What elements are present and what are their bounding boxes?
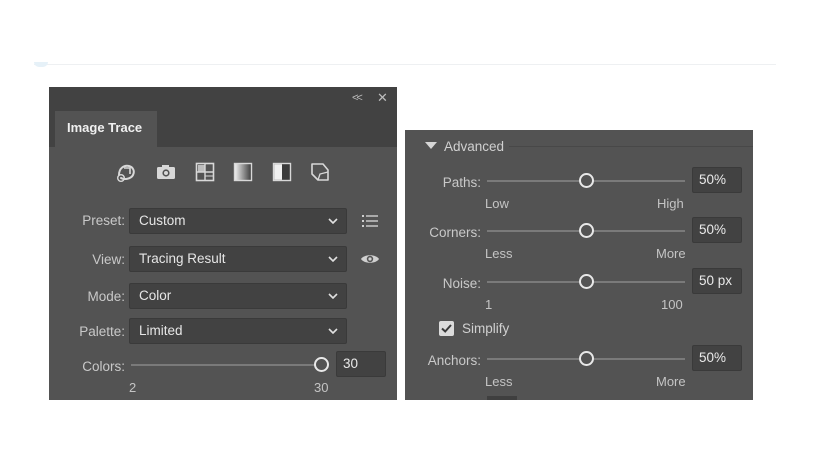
panel-titlebar — [49, 87, 397, 111]
paths-label: Paths: — [442, 175, 481, 190]
advanced-divider — [509, 146, 753, 147]
corners-slider-thumb[interactable] — [578, 223, 594, 238]
palette-label: Palette: — [79, 324, 125, 339]
colors-label: Colors: — [82, 359, 125, 374]
eye-icon[interactable] — [360, 252, 380, 266]
paths-low-label: Low — [485, 196, 509, 211]
anchors-label: Anchors: — [427, 353, 481, 368]
collapse-panel-icon[interactable]: << — [352, 92, 363, 104]
auto-color-preset-icon[interactable] — [115, 161, 137, 183]
chevron-down-icon — [328, 218, 338, 224]
anchors-high-label: More — [656, 374, 686, 389]
checkmark-icon — [441, 324, 452, 333]
high-color-photo-icon[interactable] — [155, 161, 177, 183]
view-value: Tracing Result — [139, 251, 226, 266]
noise-low-label: 1 — [485, 297, 493, 312]
preset-value: Custom — [139, 213, 186, 228]
paths-high-label: High — [657, 196, 684, 211]
chevron-down-icon — [328, 328, 338, 334]
black-white-half-icon[interactable] — [271, 161, 293, 183]
mode-select[interactable]: Color — [129, 283, 347, 309]
anchors-low-label: Less — [485, 374, 513, 389]
noise-label: Noise: — [442, 276, 481, 291]
low-color-grid-icon[interactable] — [194, 161, 216, 183]
noise-high-label: 100 — [661, 297, 683, 312]
outline-shape-icon[interactable] — [309, 161, 331, 183]
palette-value: Limited — [139, 323, 183, 338]
mode-label: Mode: — [87, 289, 125, 304]
noise-slider-thumb[interactable] — [578, 274, 594, 289]
corners-low-label: Less — [485, 246, 513, 261]
colors-input[interactable]: 30 — [336, 351, 386, 377]
advanced-toggle[interactable]: Advanced — [425, 139, 504, 154]
page-divider — [34, 64, 776, 65]
palette-select[interactable]: Limited — [129, 318, 347, 344]
noise-input[interactable]: 50 px — [692, 268, 742, 294]
preset-list-menu-icon[interactable] — [361, 214, 379, 228]
preset-select[interactable]: Custom — [129, 208, 347, 234]
colors-max-label: 30 — [314, 380, 329, 395]
colors-slider-track[interactable] — [131, 364, 321, 366]
close-icon[interactable]: ✕ — [377, 90, 391, 105]
corners-input[interactable]: 50% — [692, 217, 742, 243]
paths-input[interactable]: 50% — [692, 167, 742, 193]
paths-slider-thumb[interactable] — [578, 173, 594, 188]
triangle-down-icon — [425, 142, 437, 149]
preset-label: Preset: — [82, 213, 125, 228]
advanced-panel: Advanced Paths: 50% Low High Corners: 50… — [405, 130, 753, 400]
corners-label: Corners: — [429, 225, 481, 240]
corners-high-label: More — [656, 246, 686, 261]
colors-min-label: 2 — [129, 380, 137, 395]
view-select[interactable]: Tracing Result — [129, 246, 347, 272]
decorative-dot — [34, 62, 48, 67]
simplify-checkbox[interactable] — [439, 321, 454, 336]
grayscale-gradient-icon[interactable] — [232, 161, 254, 183]
chevron-down-icon — [328, 293, 338, 299]
mode-value: Color — [139, 288, 172, 303]
advanced-header-label: Advanced — [444, 139, 505, 154]
anchors-slider-thumb[interactable] — [578, 351, 594, 366]
chevron-down-icon — [328, 256, 338, 262]
anchors-input[interactable]: 50% — [692, 345, 742, 371]
tab-image-trace[interactable]: Image Trace — [55, 111, 157, 147]
colors-slider-thumb[interactable] — [313, 357, 329, 372]
view-label: View: — [92, 252, 125, 267]
simplify-label: Simplify — [462, 321, 510, 336]
image-trace-panel: << ✕ Image Trace Preset: Custom View: Tr… — [49, 87, 397, 400]
cut-off-control — [487, 396, 517, 400]
